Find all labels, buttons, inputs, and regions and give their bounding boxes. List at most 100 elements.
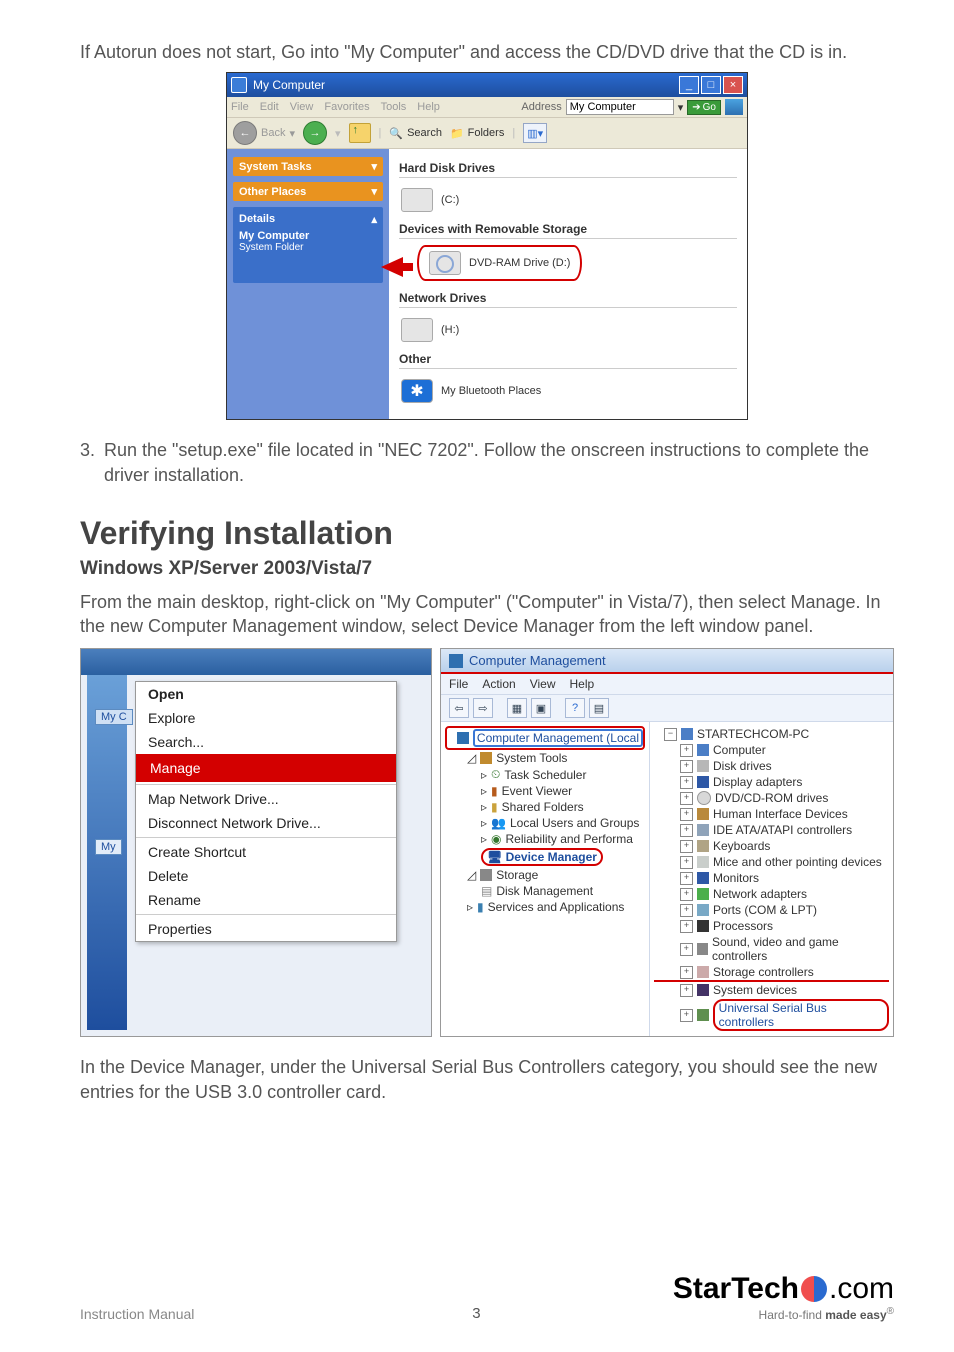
cm-task-scheduler[interactable]: ▹ ⏲ Task Scheduler (445, 766, 645, 783)
maximize-button[interactable]: □ (701, 76, 721, 94)
ctx-search[interactable]: Search... (136, 730, 396, 754)
cm-storage[interactable]: ◿ Storage (445, 867, 645, 883)
brand-logo: StarTech.com (673, 1272, 894, 1306)
context-menu-screenshot: My C My Open Explore Search... Manage Ma… (80, 648, 432, 1037)
address-input[interactable] (566, 99, 674, 115)
pc-icon (681, 728, 693, 740)
verify-heading: Verifying Installation (80, 515, 894, 552)
disk-icon (697, 760, 709, 772)
cm-back-button[interactable]: ⇦ (449, 698, 469, 718)
minimize-button[interactable]: _ (679, 76, 699, 94)
ide-icon (697, 824, 709, 836)
menu-file[interactable]: File (231, 101, 249, 113)
dev-dvd[interactable]: +DVD/CD-ROM drives (654, 790, 889, 806)
cm-help-button[interactable]: ? (565, 698, 585, 718)
verify-text: From the main desktop, right-click on "M… (80, 590, 894, 639)
cm-device-manager[interactable]: 🖥 Device Manager (445, 847, 645, 867)
dev-ide[interactable]: +IDE ATA/ATAPI controllers (654, 822, 889, 838)
menu-view[interactable]: View (290, 101, 314, 113)
sound-icon (697, 943, 708, 955)
dev-hid[interactable]: +Human Interface Devices (654, 806, 889, 822)
menu-edit[interactable]: Edit (260, 101, 279, 113)
ctx-open[interactable]: Open (136, 682, 396, 706)
drive-c[interactable]: (C:) (399, 184, 737, 216)
dev-sound[interactable]: +Sound, video and game controllers (654, 934, 889, 964)
dev-sysdev[interactable]: +System devices (654, 980, 889, 998)
back-button[interactable]: ←Back ▾ (233, 121, 295, 145)
dev-display[interactable]: +Display adapters (654, 774, 889, 790)
ctx-disconnect-drive[interactable]: Disconnect Network Drive... (136, 811, 396, 835)
dev-storage[interactable]: +Storage controllers (654, 964, 889, 980)
other-places-panel[interactable]: Other Places▾ (233, 182, 383, 201)
search-button[interactable]: 🔍 Search (389, 127, 442, 140)
ctx-manage[interactable]: Manage (136, 754, 396, 782)
views-button[interactable]: ▥▾ (523, 123, 547, 143)
cm-root-node[interactable]: Computer Management (Local (445, 726, 645, 750)
dev-root[interactable]: −STARTECHCOM-PC (654, 726, 889, 742)
cm-fwd-button[interactable]: ⇨ (473, 698, 493, 718)
wrench-icon (480, 752, 492, 764)
dev-ports[interactable]: +Ports (COM & LPT) (654, 902, 889, 918)
go-button[interactable]: ➔ Go (687, 100, 721, 115)
cm-menu-help[interactable]: Help (570, 677, 595, 691)
menu-favorites[interactable]: Favorites (324, 101, 369, 113)
my-docs-desktop-icon[interactable]: My (95, 839, 122, 855)
ctx-map-drive[interactable]: Map Network Drive... (136, 787, 396, 811)
cm-refresh-button[interactable]: ▣ (531, 698, 551, 718)
up-button[interactable] (349, 123, 371, 143)
cm-shared[interactable]: ▹ ▮ Shared Folders (445, 799, 645, 815)
dvd-icon (429, 251, 461, 275)
dvd-drive-callout[interactable]: DVD-RAM Drive (D:) (417, 245, 582, 281)
cm-reliability[interactable]: ▹ ◉ Reliability and Performa (445, 831, 645, 847)
cm-extra-button[interactable]: ▤ (589, 698, 609, 718)
cm-menubar: File Action View Help (441, 674, 893, 695)
window-title: My Computer (253, 78, 325, 92)
cm-prop-button[interactable]: ▦ (507, 698, 527, 718)
details-sub: System Folder (239, 242, 377, 253)
dev-mouse[interactable]: +Mice and other pointing devices (654, 854, 889, 870)
usb-icon (697, 1009, 709, 1021)
dev-mon[interactable]: +Monitors (654, 870, 889, 886)
drive-h[interactable]: (H:) (399, 314, 737, 346)
details-title: My Computer (239, 230, 377, 242)
ctx-properties[interactable]: Properties (136, 917, 396, 941)
my-computer-window: My Computer _ □ × File Edit View Favorit… (226, 72, 748, 420)
computer-icon (697, 744, 709, 756)
ctx-explore[interactable]: Explore (136, 706, 396, 730)
cm-title-text: Computer Management (469, 653, 606, 668)
menu-help[interactable]: Help (417, 101, 440, 113)
my-computer-desktop-icon[interactable]: My C (95, 709, 133, 725)
cm-menu-action[interactable]: Action (482, 677, 515, 691)
dev-usb[interactable]: +Universal Serial Bus controllers (654, 998, 889, 1032)
ctx-rename[interactable]: Rename (136, 888, 396, 912)
system-tasks-panel[interactable]: System Tasks▾ (233, 157, 383, 176)
mouse-icon (697, 856, 709, 868)
storage-icon (480, 869, 492, 881)
close-button[interactable]: × (723, 76, 743, 94)
footer-manual: Instruction Manual (80, 1306, 280, 1322)
ports-icon (697, 904, 709, 916)
dev-computer[interactable]: +Computer (654, 742, 889, 758)
bluetooth-icon: ✱ (401, 379, 433, 403)
dev-net[interactable]: +Network adapters (654, 886, 889, 902)
forward-button[interactable]: → (303, 121, 327, 145)
cm-menu-file[interactable]: File (449, 677, 468, 691)
network-drive-icon (401, 318, 433, 342)
dev-disk[interactable]: +Disk drives (654, 758, 889, 774)
cm-local-users[interactable]: ▹ 👥 Local Users and Groups (445, 815, 645, 831)
cm-menu-view[interactable]: View (530, 677, 556, 691)
cm-disk-mgmt[interactable]: ▤ Disk Management (445, 883, 645, 899)
bluetooth-places[interactable]: ✱ My Bluetooth Places (399, 375, 737, 407)
processor-icon (697, 920, 709, 932)
intro-text: If Autorun does not start, Go into "My C… (80, 40, 894, 64)
display-icon (697, 776, 709, 788)
ctx-delete[interactable]: Delete (136, 864, 396, 888)
cm-event-viewer[interactable]: ▹ ▮ Event Viewer (445, 783, 645, 799)
menu-tools[interactable]: Tools (381, 101, 407, 113)
dev-proc[interactable]: +Processors (654, 918, 889, 934)
dev-kbd[interactable]: +Keyboards (654, 838, 889, 854)
folders-button[interactable]: 📁 Folders (450, 127, 504, 140)
ctx-shortcut[interactable]: Create Shortcut (136, 840, 396, 864)
cm-services[interactable]: ▹ ▮ Services and Applications (445, 899, 645, 915)
cm-systools[interactable]: ◿ System Tools (445, 750, 645, 766)
